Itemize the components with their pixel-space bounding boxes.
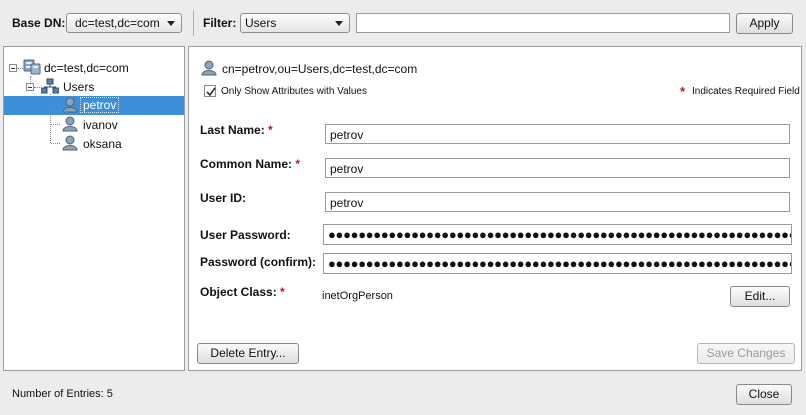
user-icon — [62, 97, 78, 113]
common-name-field[interactable]: petrov — [325, 158, 790, 178]
user-icon — [201, 60, 217, 76]
entry-editor: cn=petrov,ou=Users,dc=test,dc=com Only S… — [188, 46, 802, 371]
object-class-label-text: Object Class: — [200, 285, 277, 299]
divider — [193, 10, 194, 36]
only-show-checkbox[interactable] — [204, 85, 216, 97]
entry-dn: cn=petrov,ou=Users,dc=test,dc=com — [222, 62, 418, 76]
tree-line — [51, 143, 60, 144]
delete-entry-button[interactable]: Delete Entry... — [197, 343, 299, 364]
org-unit-icon — [41, 78, 59, 94]
tree-line — [34, 87, 40, 88]
common-name-label: Common Name: * — [200, 157, 300, 171]
object-class-value: inetOrgPerson — [322, 290, 393, 302]
tree-item-oksana[interactable]: oksana — [83, 137, 122, 151]
edit-object-class-button[interactable]: Edit... — [730, 286, 790, 307]
toolbar: Base DN: dc=test,dc=com Filter: Users Ap… — [0, 0, 806, 46]
password-confirm-label: Password (confirm): — [200, 255, 317, 269]
tree-item-ivanov[interactable]: ivanov — [83, 118, 118, 132]
close-button[interactable]: Close — [736, 384, 792, 405]
tree-line — [51, 124, 60, 125]
apply-button[interactable]: Apply — [736, 13, 793, 34]
collapse-toggle-root[interactable] — [9, 64, 17, 72]
password-confirm-field[interactable]: ●●●●●●●●●●●●●●●●●●●●●●●●●●●●●●●●●●●●●●●●… — [323, 253, 792, 274]
user-id-field[interactable]: petrov — [325, 192, 790, 212]
required-marker: * — [295, 157, 301, 171]
collapse-toggle-users[interactable] — [26, 83, 34, 91]
password-label: User Password: — [200, 228, 291, 242]
user-icon — [62, 135, 78, 151]
filter-dropdown[interactable]: Users — [240, 13, 350, 33]
last-name-label: Last Name: * — [200, 123, 273, 137]
last-name-field[interactable]: petrov — [325, 124, 790, 144]
directory-tree: dc=test,dc=com Users petrov ivanov oksan… — [3, 46, 185, 371]
required-note: Indicates Required Field — [692, 86, 800, 97]
user-icon — [62, 116, 78, 132]
password-field[interactable]: ●●●●●●●●●●●●●●●●●●●●●●●●●●●●●●●●●●●●●●●●… — [323, 224, 792, 245]
chevron-down-icon — [167, 21, 175, 26]
last-name-label-text: Last Name: — [200, 123, 265, 137]
server-icon — [23, 59, 41, 75]
filter-label: Filter: — [203, 16, 237, 30]
checkmark-icon — [206, 87, 216, 97]
chevron-down-icon — [335, 21, 343, 26]
required-marker: * — [268, 123, 273, 137]
tree-item-users[interactable]: Users — [63, 80, 94, 94]
common-name-label-text: Common Name: — [200, 157, 293, 171]
tree-item-petrov[interactable]: petrov — [79, 97, 120, 113]
base-dn-dropdown[interactable]: dc=test,dc=com — [66, 13, 182, 33]
required-marker: * — [680, 84, 686, 99]
base-dn-value: dc=test,dc=com — [75, 16, 160, 30]
entries-count: Number of Entries: 5 — [12, 388, 113, 400]
user-id-label: User ID: — [200, 191, 247, 205]
filter-text-input[interactable] — [356, 13, 730, 33]
tree-item-root[interactable]: dc=test,dc=com — [44, 61, 129, 75]
object-class-label: Object Class: * — [200, 285, 285, 299]
filter-value: Users — [245, 16, 277, 30]
base-dn-label: Base DN: — [12, 16, 66, 30]
required-marker: * — [280, 285, 285, 299]
only-show-label: Only Show Attributes with Values — [221, 86, 367, 97]
save-changes-button[interactable]: Save Changes — [697, 343, 795, 364]
tree-line — [51, 105, 60, 106]
